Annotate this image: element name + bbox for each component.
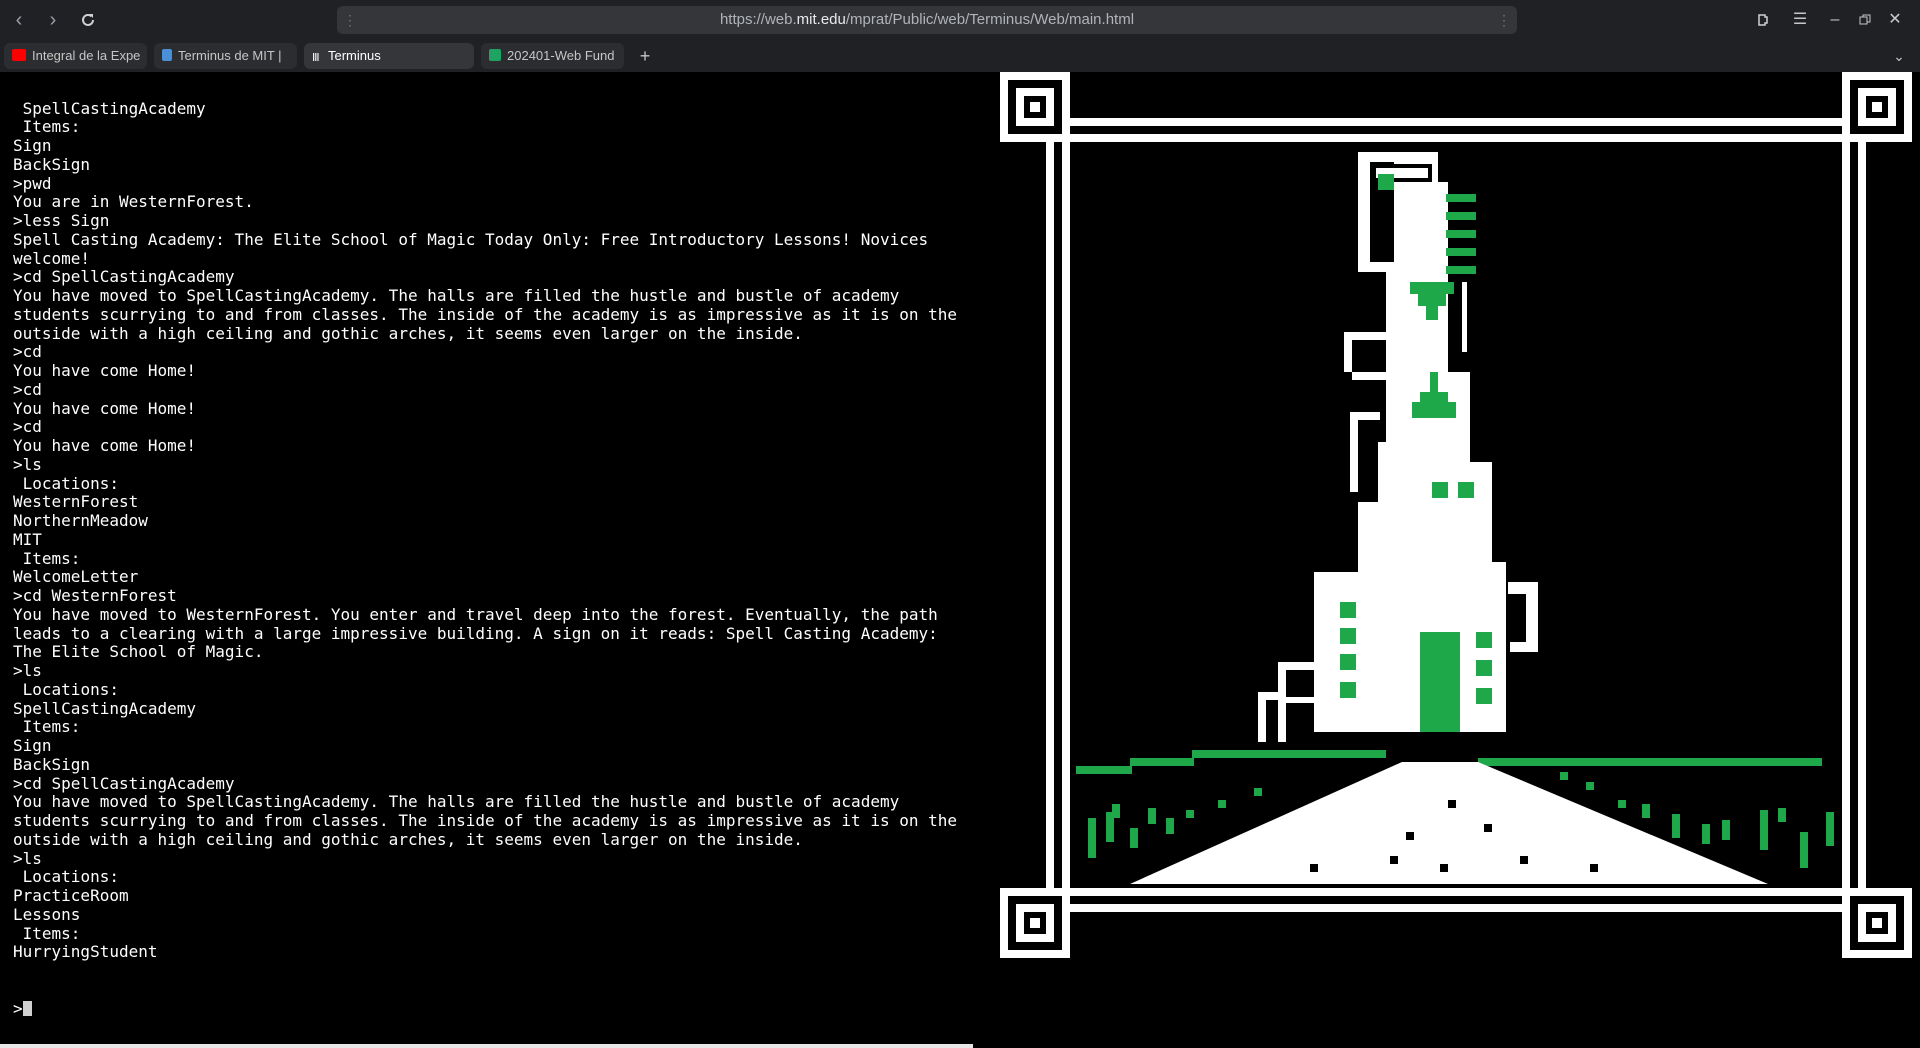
terminal-line: Locations: [13, 473, 119, 493]
terminal-line: You have come Home! [13, 361, 197, 380]
terminal-line: Items: [13, 717, 81, 737]
menu-icon[interactable]: ☰ [1788, 8, 1812, 32]
terminal-line: >ls [13, 454, 42, 474]
terminal-line: You have moved to WesternForest. You ent… [13, 604, 948, 662]
terminal-line: Items: [13, 548, 81, 568]
terminal-line: Locations: [13, 679, 119, 699]
terminal-line: SpellCastingAcademy [13, 98, 206, 118]
terminal-prompt[interactable]: > [13, 998, 973, 1019]
terminal-line: You have moved to SpellCastingAcademy. T… [13, 792, 967, 849]
terminal-line: BackSign [13, 754, 91, 774]
academy-tower-art [1000, 72, 1912, 958]
horizontal-scrollbar[interactable] [0, 1044, 973, 1048]
reload-icon[interactable] [76, 8, 100, 32]
terminal-line: Locations: [13, 867, 119, 887]
terminal-history: SpellCastingAcademy Items: Sign BackSign >p… [13, 98, 973, 963]
terminal-line: Sign [13, 736, 52, 755]
url-prefix: https://web. [719, 11, 797, 28]
terminal-line: Items: [13, 923, 81, 943]
terminal-line: You have come Home! [13, 398, 197, 418]
terminal-line: You have come Home! [13, 436, 197, 455]
tab-list-button[interactable]: ⌄ [1886, 43, 1912, 69]
terminal-line: SpellCastingAcademy [13, 698, 197, 718]
forward-arrow-icon[interactable]: › [41, 8, 65, 32]
restore-icon[interactable] [1853, 8, 1877, 32]
address-bar[interactable]: ⋮ https://web.mit.edu/mprat/Public/web/T… [337, 6, 1517, 34]
terminal-line: Lessons [13, 904, 81, 924]
academy-illustration [1000, 72, 1912, 958]
terminal-line: >cd [13, 417, 42, 437]
terminal-line: >cd [13, 342, 42, 362]
youtube-icon [12, 49, 26, 61]
tab-label: 202401-Web Fund [507, 48, 615, 63]
terminal-line: >cd WesternForest [13, 586, 177, 605]
terminal-line: NorthernMeadow [13, 511, 148, 530]
minimize-icon[interactable]: – [1823, 8, 1847, 32]
tab-label: Integral de la Expe [32, 48, 141, 63]
terminal-line: WelcomeLetter [13, 567, 139, 587]
prompt-symbol: > [13, 998, 23, 1018]
terminal-line: Items: [13, 117, 81, 137]
terminal-line: Spell Casting Academy: The Elite School … [13, 229, 938, 268]
terminal-line: >cd SpellCastingAcademy [13, 773, 235, 793]
terminal-line: You have moved to SpellCastingAcademy. T… [13, 286, 967, 343]
url-domain: mit.edu [796, 11, 846, 28]
page-actions-icon[interactable]: ⋮ [1497, 6, 1511, 34]
terminal-line: >less Sign [13, 211, 110, 230]
back-arrow-icon[interactable]: ‹ [7, 8, 31, 32]
url-path: /mprat/Public/web/Terminus/Web/main.html [845, 11, 1135, 28]
terminal-output[interactable]: SpellCastingAcademy Items: Sign BackSign >p… [13, 62, 973, 1028]
extensions-icon[interactable] [1752, 8, 1776, 32]
tab-label: Terminus de MIT | [178, 48, 282, 63]
terminal-line: HurryingStudent [13, 942, 158, 962]
terminal-line: Sign [13, 136, 52, 155]
tab-label: Terminus [328, 48, 381, 63]
close-icon[interactable]: ✕ [1883, 8, 1907, 32]
terminal-line: >ls [13, 848, 42, 868]
text-cursor [22, 1000, 32, 1016]
terminal-line: >cd [13, 379, 42, 399]
terminal-line: >cd SpellCastingAcademy [13, 267, 235, 287]
terminal-line: BackSign [13, 154, 91, 174]
terminal-line: PracticeRoom [13, 886, 129, 905]
browser-toolbar: ‹ › ⋮ https://web.mit.edu/mprat/Public/w… [0, 0, 1920, 40]
terminal-line: WesternForest [13, 492, 139, 512]
sheets-icon [489, 49, 501, 61]
site-icon [162, 49, 172, 61]
terminal-line: >pwd [13, 173, 52, 193]
terminal-line: >ls [13, 661, 42, 680]
terminal-line: MIT [13, 529, 42, 549]
site-info-icon[interactable]: ⋮ [343, 6, 357, 34]
terminal-line: You are in WesternForest. [13, 192, 254, 212]
